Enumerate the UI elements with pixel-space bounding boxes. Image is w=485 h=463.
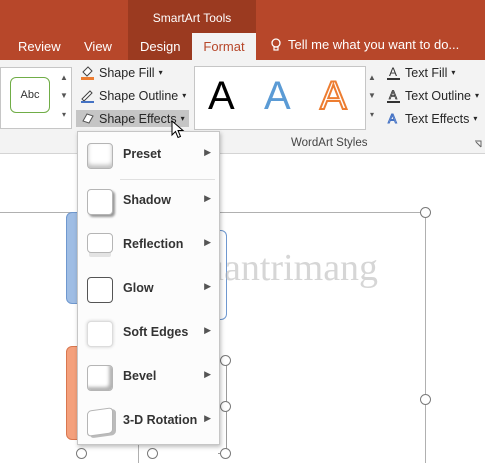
glow-icon	[87, 277, 113, 303]
3d-rotation-icon	[87, 407, 113, 437]
shape-effects-icon	[82, 113, 94, 124]
wordart-down-icon[interactable]: ▼	[366, 86, 378, 106]
preset-icon	[87, 143, 113, 169]
tell-me-box[interactable]: Tell me what you want to do...	[270, 37, 459, 52]
menu-item-3d-rotation[interactable]: 3-D Rotation ▶	[78, 401, 219, 441]
menu-item-soft-edges[interactable]: Soft Edges ▶	[78, 313, 219, 353]
chevron-right-icon: ▶	[204, 369, 211, 379]
menu-item-label: Bevel	[123, 369, 157, 383]
menu-item-label: Shadow	[123, 193, 171, 207]
resize-handle[interactable]	[147, 448, 158, 459]
shape-fill-label: Shape Fill	[99, 65, 155, 80]
watermark: uantrimang	[205, 247, 379, 289]
resize-handle[interactable]	[220, 355, 231, 366]
menu-item-label: Soft Edges	[123, 325, 189, 339]
gallery-down-icon[interactable]: ▼	[58, 86, 70, 106]
tell-me-text: Tell me what you want to do...	[288, 37, 460, 52]
menu-item-glow[interactable]: Glow ▶	[78, 269, 219, 309]
shape-effects-label: Shape Effects	[99, 111, 177, 126]
menu-separator	[120, 179, 215, 180]
chevron-right-icon: ▶	[204, 413, 211, 423]
gallery-more-icon[interactable]: ▾	[58, 105, 70, 125]
text-outline-button[interactable]: A Text Outline ▾	[386, 88, 479, 103]
chevron-right-icon: ▶	[204, 237, 211, 247]
shape-effects-menu: Preset ▶ Shadow ▶ Reflection ▶ Glow ▶ So…	[77, 131, 220, 445]
dialog-launcher-icon[interactable]	[474, 140, 482, 148]
smartart-frame-top	[218, 212, 426, 213]
menu-item-preset[interactable]: Preset ▶	[78, 135, 219, 175]
shape-outline-button[interactable]: Shape Outline ▾	[80, 88, 186, 103]
paint-bucket-icon	[81, 66, 94, 80]
chevron-down-icon: ▾	[182, 91, 187, 100]
menu-item-reflection[interactable]: Reflection ▶	[78, 225, 219, 265]
resize-handle[interactable]	[76, 448, 87, 459]
svg-text:A: A	[388, 111, 397, 126]
text-outline-icon: A	[387, 88, 400, 103]
chevron-down-icon: ▾	[473, 114, 478, 123]
tab-format[interactable]: Format	[192, 33, 256, 60]
wordart-style-black[interactable]: A	[208, 74, 235, 119]
tab-review[interactable]: Review	[18, 39, 61, 54]
shadow-icon	[87, 189, 113, 215]
menu-item-label: Reflection	[123, 237, 184, 251]
text-effects-icon: A	[388, 111, 398, 126]
gallery-up-icon[interactable]: ▲	[58, 68, 70, 88]
chevron-right-icon: ▶	[204, 193, 211, 203]
resize-handle[interactable]	[220, 448, 231, 459]
resize-handle[interactable]	[220, 401, 231, 412]
chevron-down-icon: ▾	[475, 91, 480, 100]
text-effects-button[interactable]: A Text Effects ▾	[386, 111, 478, 126]
shape-outline-label: Shape Outline	[99, 88, 179, 103]
menu-item-label: Glow	[123, 281, 154, 295]
shape-fill-button[interactable]: Shape Fill ▾	[80, 65, 163, 80]
context-title: SmartArt Tools	[152, 11, 232, 25]
resize-handle[interactable]	[420, 207, 431, 218]
text-fill-label: Text Fill	[405, 65, 448, 80]
resize-handle[interactable]	[420, 394, 431, 405]
svg-text:A: A	[389, 65, 397, 79]
menu-item-bevel[interactable]: Bevel ▶	[78, 357, 219, 397]
soft-edges-icon	[87, 321, 113, 347]
bevel-icon	[87, 365, 113, 391]
chevron-down-icon: ▾	[158, 68, 163, 77]
svg-text:A: A	[389, 88, 397, 102]
smartart-frame-right	[425, 212, 426, 463]
text-outline-label: Text Outline	[405, 88, 472, 103]
reflection-icon	[87, 233, 113, 253]
wordart-style-blue[interactable]: A	[264, 74, 291, 119]
menu-item-shadow[interactable]: Shadow ▶	[78, 181, 219, 221]
pencil-icon	[81, 90, 94, 103]
lightbulb-icon	[271, 37, 281, 51]
menu-item-label: Preset	[123, 147, 162, 161]
wordart-style-orange[interactable]: A	[319, 73, 348, 119]
tab-design[interactable]: Design	[140, 39, 180, 54]
menu-item-label: 3-D Rotation	[123, 413, 198, 427]
chevron-right-icon: ▶	[204, 281, 211, 291]
smartart-frame-bottom	[138, 443, 139, 463]
chevron-right-icon: ▶	[204, 325, 211, 335]
wordart-more-icon[interactable]: ▾	[366, 105, 378, 125]
chevron-right-icon: ▶	[204, 147, 211, 157]
wordart-up-icon[interactable]: ▲	[366, 68, 378, 88]
shape-style-sample[interactable]: Abc	[10, 77, 50, 113]
chevron-down-icon: ▾	[451, 68, 456, 77]
wordart-group-label: WordArt Styles	[291, 137, 368, 149]
text-effects-label: Text Effects	[405, 111, 470, 126]
tab-view[interactable]: View	[84, 39, 112, 54]
mouse-cursor-icon	[171, 120, 185, 139]
text-fill-icon: A	[387, 65, 400, 80]
text-fill-button[interactable]: A Text Fill ▾	[386, 65, 455, 80]
